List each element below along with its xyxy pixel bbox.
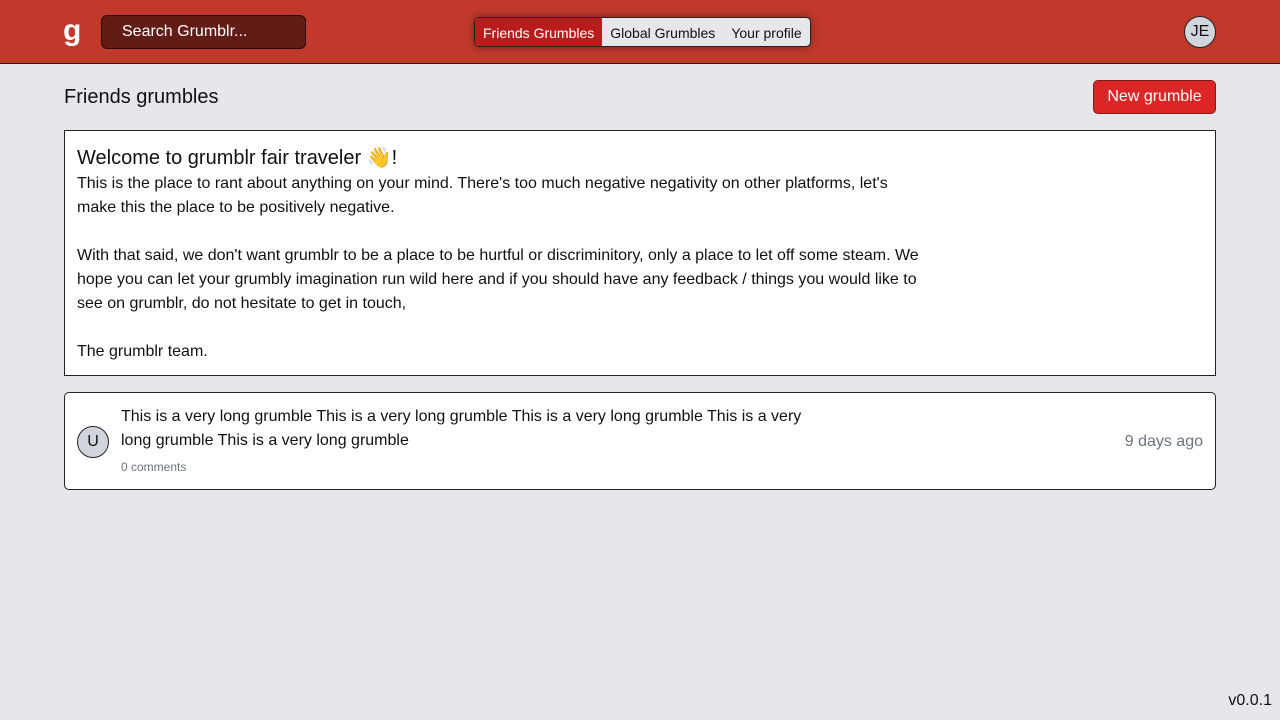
tab-global-grumbles[interactable]: Global Grumbles bbox=[602, 18, 723, 46]
grumble-time: 9 days ago bbox=[1124, 433, 1203, 450]
tab-friends-grumbles[interactable]: Friends Grumbles bbox=[475, 18, 603, 46]
nav-tabs: Friends Grumbles Global Grumbles Your pr… bbox=[474, 17, 811, 47]
welcome-heading: Welcome to grumblr fair traveler 👋! bbox=[77, 147, 398, 169]
grumble-card[interactable]: U This is a very long grumble This is a … bbox=[64, 392, 1216, 490]
welcome-paragraph: This is the place to rant about anything… bbox=[77, 175, 888, 216]
page-title: Friends grumbles bbox=[64, 86, 219, 108]
user-avatar[interactable]: JE bbox=[1184, 16, 1216, 48]
logo[interactable]: g bbox=[63, 14, 81, 48]
search-input[interactable]: Search Grumblr... bbox=[101, 15, 306, 49]
top-bar: g Search Grumblr... Friends Grumbles Glo… bbox=[0, 0, 1280, 64]
tab-your-profile[interactable]: Your profile bbox=[723, 18, 809, 46]
grumble-text: This is a very long grumble This is a ve… bbox=[121, 408, 802, 449]
welcome-panel: Welcome to grumblr fair traveler 👋! This… bbox=[64, 130, 1216, 376]
welcome-paragraph: With that said, we don't want grumblr to… bbox=[77, 247, 919, 312]
avatar[interactable]: U bbox=[77, 426, 109, 458]
comments-link[interactable]: 0 comments bbox=[121, 460, 186, 474]
welcome-signoff: The grumblr team. bbox=[77, 343, 208, 360]
version-label: v0.0.1 bbox=[1228, 692, 1272, 709]
new-grumble-button[interactable]: New grumble bbox=[1093, 80, 1216, 114]
